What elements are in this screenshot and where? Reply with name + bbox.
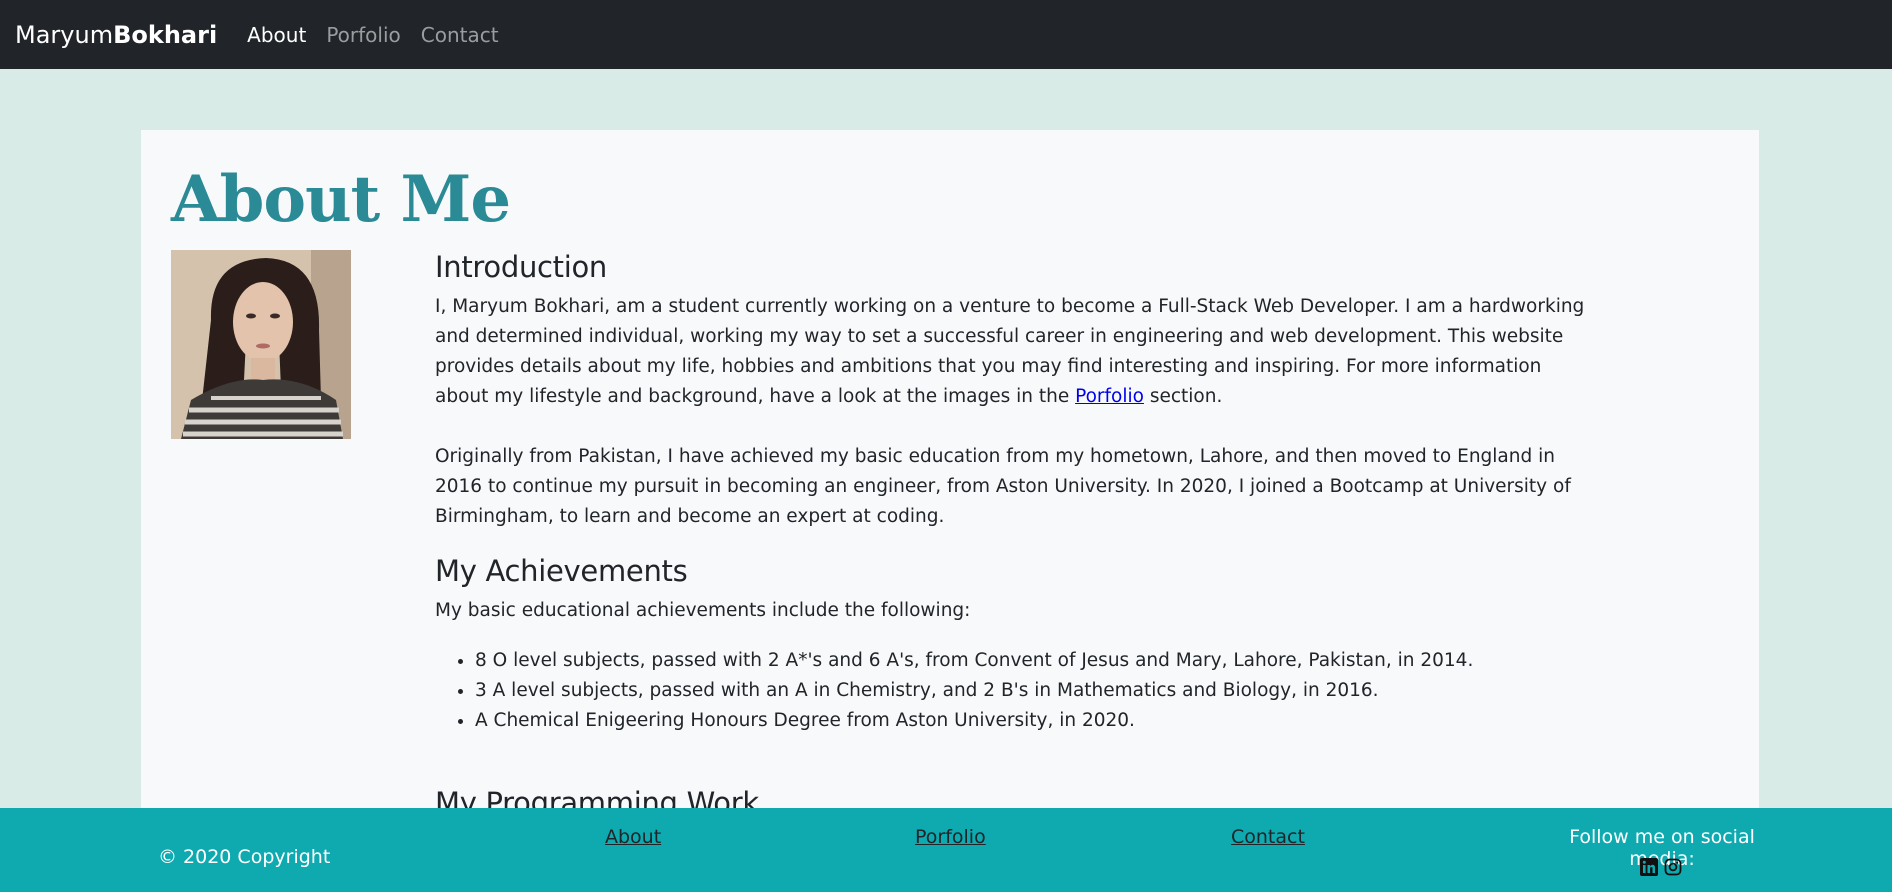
intro-paragraph-2: Originally from Pakistan, I have achieve… <box>435 446 1571 527</box>
main-content: Introduction I, Maryum Bokhari, am a stu… <box>435 250 1595 828</box>
copyright-text: © 2020 Copyright <box>158 846 331 868</box>
footer-link-about[interactable]: About <box>605 826 661 848</box>
profile-photo <box>171 250 351 439</box>
brand-first: Maryum <box>15 20 114 49</box>
instagram-icon[interactable] <box>1664 858 1682 880</box>
intro-heading: Introduction <box>435 250 608 284</box>
linkedin-icon[interactable] <box>1640 858 1658 880</box>
intro-paragraph-1: I, Maryum Bokhari, am a student currentl… <box>435 292 1595 412</box>
page-title: About Me <box>171 162 511 237</box>
achievements-heading: My Achievements <box>435 554 688 588</box>
footer: © 2020 Copyright About Porfolio Contact … <box>0 808 1892 892</box>
brand-logo[interactable]: MaryumBokhari <box>15 21 217 49</box>
achievements-list: 8 O level subjects, passed with 2 A*'s a… <box>435 646 1595 736</box>
nav-link-porfolio[interactable]: Porfolio <box>326 23 400 47</box>
navbar: MaryumBokhari About Porfolio Contact <box>0 0 1892 69</box>
about-card: About Me Introduction I, Maryum Bokhari,… <box>141 130 1759 840</box>
social-icons <box>1640 858 1682 880</box>
intro-text-after: section. <box>1143 386 1223 407</box>
list-item: 3 A level subjects, passed with an A in … <box>475 676 1595 706</box>
list-item: 8 O level subjects, passed with 2 A*'s a… <box>475 646 1595 676</box>
brand-bold: Bokhari <box>113 20 218 49</box>
achievements-intro: My basic educational achievements includ… <box>435 600 971 621</box>
porfolio-inline-link[interactable]: Porfolio <box>1075 386 1144 407</box>
list-item: A Chemical Enigeering Honours Degree fro… <box>475 706 1595 736</box>
footer-link-porfolio[interactable]: Porfolio <box>915 826 986 848</box>
intro-text-before: I, Maryum Bokhari, am a student currentl… <box>435 296 1585 407</box>
nav-link-about[interactable]: About <box>247 23 306 47</box>
footer-link-contact[interactable]: Contact <box>1231 826 1305 848</box>
nav-link-contact[interactable]: Contact <box>421 23 499 47</box>
